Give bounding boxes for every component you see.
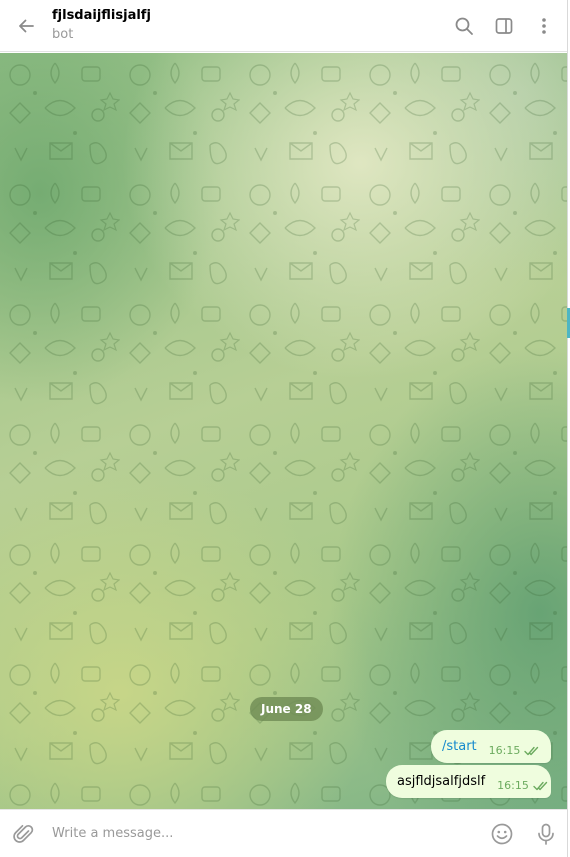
outgoing-message[interactable]: asjfldjsalfjdslf 16:15: [386, 765, 551, 798]
message-time: 16:15: [488, 744, 521, 757]
message-meta: 16:15: [489, 744, 543, 757]
chat-window: fjlsdaijflisjalfj bot June 28 /start 16:…: [0, 0, 568, 857]
message-meta: 16:15: [497, 779, 551, 792]
emoji-button[interactable]: [480, 810, 524, 857]
back-button[interactable]: [0, 0, 52, 52]
more-vertical-icon: [542, 17, 546, 34]
more-button[interactable]: [524, 0, 564, 52]
message-time: 16:15: [497, 779, 529, 792]
chat-header: fjlsdaijflisjalfj bot: [0, 0, 567, 52]
double-check-icon: [533, 781, 551, 791]
peer-info[interactable]: fjlsdaijflisjalfj bot: [52, 8, 444, 44]
back-arrow-icon: [19, 19, 34, 32]
microphone-icon: [538, 823, 554, 845]
message-area[interactable]: June 28 /start 16:15 asjfldjsalfjdslf 16…: [0, 53, 567, 809]
date-separator: June 28: [250, 697, 323, 721]
chat-title: fjlsdaijflisjalfj: [52, 7, 151, 23]
sidebar-toggle-icon: [495, 17, 513, 34]
chat-status: bot: [52, 26, 74, 42]
message-composer: [0, 809, 567, 857]
paperclip-icon: [13, 824, 34, 843]
double-check-icon: [524, 746, 542, 756]
header-actions: [444, 0, 564, 52]
doodle-background-pattern: [0, 53, 567, 809]
attach-button[interactable]: [0, 810, 48, 857]
voice-record-button[interactable]: [524, 810, 567, 857]
emoji-icon: [491, 823, 513, 844]
message-text: asjfldjsalfjdslf: [397, 774, 486, 789]
search-icon: [455, 17, 473, 35]
message-input[interactable]: [48, 813, 480, 854]
sidebar-toggle-button[interactable]: [484, 0, 524, 52]
outgoing-message[interactable]: /start 16:15: [431, 730, 551, 763]
search-button[interactable]: [444, 0, 484, 52]
message-text[interactable]: /start: [442, 739, 477, 754]
